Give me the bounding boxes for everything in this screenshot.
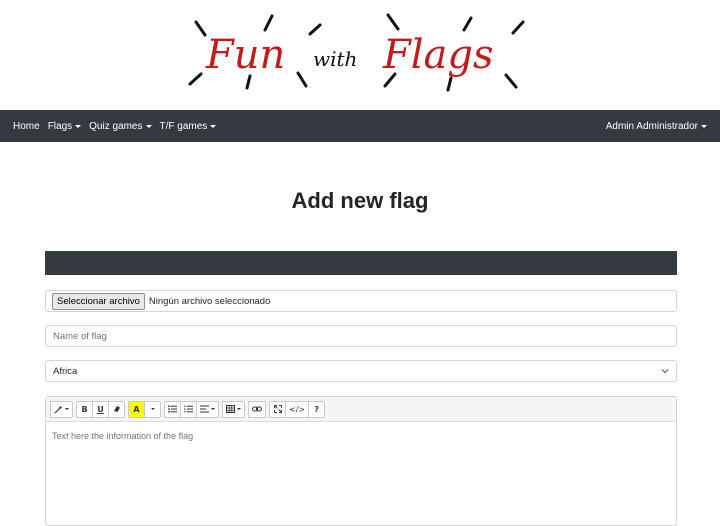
user-menu-label: Admin Administrador: [605, 120, 698, 132]
nav-quiz-games-label: Quiz games: [89, 120, 143, 132]
underline-button[interactable]: U: [92, 400, 109, 418]
caret-down-icon: [75, 124, 82, 128]
toolbar-group-view: </> ?: [269, 400, 326, 418]
caret-down-icon: [701, 124, 707, 128]
toolbar-group-table: [222, 400, 245, 418]
help-button[interactable]: ?: [308, 400, 326, 418]
toolbar-group-font: B U: [76, 400, 125, 418]
table-dropdown-button[interactable]: [222, 400, 245, 418]
caret-down-icon: [65, 408, 69, 410]
nav-home[interactable]: Home: [13, 121, 40, 132]
user-menu-dropdown[interactable]: Admin Administrador: [606, 121, 707, 132]
paragraph-dropdown-button[interactable]: [196, 400, 219, 418]
eraser-icon: [113, 406, 120, 412]
code-view-button[interactable]: </>: [285, 400, 310, 418]
text-color-button[interactable]: A: [128, 400, 145, 418]
ordered-list-button[interactable]: [180, 400, 197, 418]
main-navbar: Home Flags Quiz games T/F games Admin Ad…: [0, 110, 720, 142]
nav-tf-games-label: T/F games: [159, 120, 208, 132]
fullscreen-icon: [273, 405, 282, 413]
caret-down-icon: [237, 408, 241, 410]
toolbar-group-style: [50, 400, 73, 418]
logo-area: Fun with Flags: [0, 0, 720, 110]
nav-quiz-games-dropdown[interactable]: Quiz games: [89, 120, 152, 132]
magic-wand-icon: [54, 405, 63, 413]
unordered-list-icon: [168, 405, 177, 413]
color-dropdown-button[interactable]: [144, 400, 161, 418]
caret-down-icon: [145, 124, 152, 128]
editor-toolbar: B U A </> ?: [46, 397, 676, 422]
link-icon: [252, 406, 262, 412]
logo-word-fun: Fun: [205, 32, 285, 78]
form-header-bar: [45, 251, 677, 275]
ordered-list-icon: [184, 405, 193, 413]
nav-flags-dropdown[interactable]: Flags: [47, 120, 82, 132]
chevron-down-icon: [661, 369, 669, 374]
caret-down-icon: [150, 408, 155, 410]
fun-with-flags-logo: Fun with Flags: [188, 13, 525, 92]
flag-image-file-input[interactable]: Seleccionar archivo Ningún archivo selec…: [45, 290, 677, 312]
toolbar-group-color: A: [128, 400, 161, 418]
continent-selected-value: Africa: [53, 365, 78, 377]
flag-name-placeholder: Name of flag: [53, 330, 107, 342]
continent-select[interactable]: Africa: [45, 360, 677, 382]
caret-down-icon: [211, 408, 215, 410]
page-title: Add new flag: [291, 188, 429, 213]
nav-home-label: Home: [13, 120, 40, 132]
editor-placeholder: Text here the information of the flag: [52, 431, 194, 441]
caret-down-icon: [210, 124, 217, 128]
rich-text-editor[interactable]: B U A </> ? Text here the information of…: [45, 396, 677, 526]
logo-word-flags: Flags: [382, 32, 494, 78]
logo-word-with: with: [313, 47, 357, 71]
align-icon: [200, 405, 209, 413]
file-status-text: Ningún archivo seleccionado: [148, 295, 271, 307]
table-icon: [226, 405, 235, 413]
bold-button[interactable]: B: [76, 400, 93, 418]
nav-flags-label: Flags: [47, 120, 73, 132]
choose-file-button[interactable]: Seleccionar archivo: [52, 292, 145, 310]
clear-format-button[interactable]: [108, 400, 125, 418]
insert-link-button[interactable]: [248, 400, 266, 418]
flag-name-input[interactable]: Name of flag: [45, 325, 677, 347]
fullscreen-button[interactable]: [269, 400, 286, 418]
unordered-list-button[interactable]: [164, 400, 181, 418]
toolbar-group-insert: [248, 400, 266, 418]
nav-tf-games-dropdown[interactable]: T/F games: [160, 121, 217, 132]
style-dropdown-button[interactable]: [50, 400, 73, 418]
toolbar-group-paragraph: [164, 400, 219, 418]
